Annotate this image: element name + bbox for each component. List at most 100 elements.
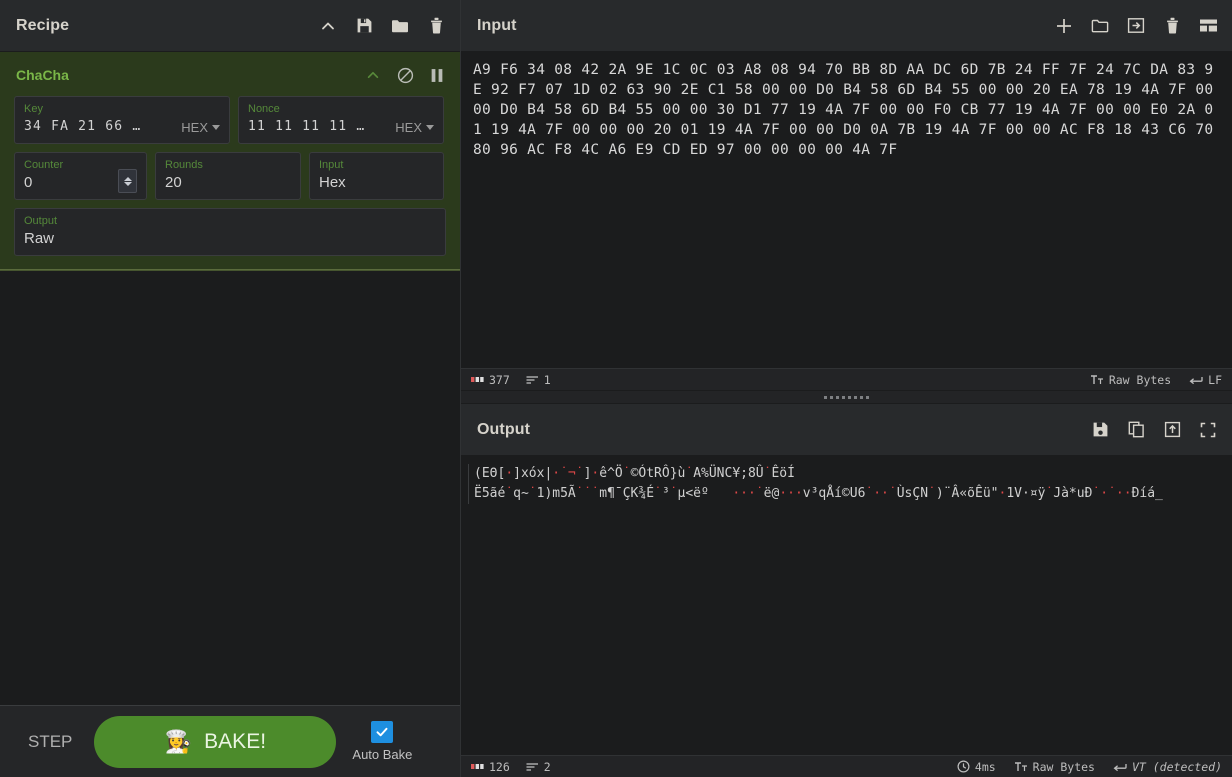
io-column: Input A9 F6 34 08 42 2A 9E 1C 0C 03 A8 0… xyxy=(461,0,1232,777)
clock-icon xyxy=(957,760,970,773)
step-button[interactable]: STEP xyxy=(16,726,84,758)
input-panel: Input A9 F6 34 08 42 2A 9E 1C 0C 03 A8 0… xyxy=(461,0,1232,390)
arg-nonce[interactable]: Nonce 11 11 11 11 … HEX xyxy=(238,96,444,144)
chevron-down-icon xyxy=(212,125,220,130)
arg-output-value[interactable]: Raw xyxy=(24,229,436,249)
input-status-bar: 377 1 Raw Bytes LF xyxy=(461,368,1232,390)
bake-button[interactable]: 👩‍🍳 BAKE! xyxy=(94,715,337,768)
arg-nonce-value[interactable]: 11 11 11 11 … xyxy=(248,117,387,137)
output-text-area[interactable]: (EΘ[·]xóx|·˙¬˙]·ê^Ö˙©ÓtRÔ}ù˙A%ÜNC¥;8Û˙Êö… xyxy=(461,456,1232,755)
arg-row-counter-rounds-input: Counter 0 Rounds 20 Input Hex xyxy=(14,152,446,200)
input-length-value: 377 xyxy=(489,372,510,387)
op-breakpoint-icon[interactable] xyxy=(428,66,446,84)
output-length-value: 126 xyxy=(489,759,510,774)
lines-icon xyxy=(526,375,539,385)
input-line-ending-value: LF xyxy=(1208,372,1222,387)
output-title: Output xyxy=(477,420,531,438)
clear-input-icon[interactable] xyxy=(1162,16,1182,36)
add-input-tab-icon[interactable] xyxy=(1054,16,1074,36)
arg-nonce-label: Nonce xyxy=(248,103,280,115)
characters-icon xyxy=(471,762,484,771)
characters-icon xyxy=(471,375,484,384)
output-duration: 4ms xyxy=(957,760,996,774)
input-text-area[interactable]: A9 F6 34 08 42 2A 9E 1C 0C 03 A8 08 94 7… xyxy=(461,52,1232,368)
arg-counter-value[interactable]: 0 xyxy=(24,173,112,193)
operation-icons xyxy=(364,66,446,84)
op-disable-icon[interactable] xyxy=(396,66,414,84)
output-encoding[interactable]: Raw Bytes xyxy=(1014,760,1095,774)
output-line-ending-value: VT (detected) xyxy=(1131,759,1222,774)
line-ending-icon xyxy=(1113,762,1127,772)
recipe-title-icons xyxy=(318,16,446,36)
arg-key-format[interactable]: HEX xyxy=(173,120,220,137)
open-input-icon[interactable] xyxy=(1126,16,1146,36)
output-line-1: (EΘ[·]xóx|·˙¬˙]·ê^Ö˙©ÓtRÔ}ù˙A%ÜNC¥;8Û˙Êö… xyxy=(474,466,795,481)
recipe-column: Recipe ChaCha Key 34 FA 21 66 … HEX Nonc… xyxy=(0,0,461,777)
arg-rounds[interactable]: Rounds 20 xyxy=(155,152,301,200)
chevron-up-icon[interactable] xyxy=(123,176,132,181)
auto-bake-checkbox[interactable] xyxy=(371,721,394,743)
open-folder-icon[interactable] xyxy=(1090,16,1110,36)
output-content[interactable]: (EΘ[·]xóx|·˙¬˙]·ê^Ö˙©ÓtRÔ}ù˙A%ÜNC¥;8Û˙Êö… xyxy=(468,464,1222,504)
auto-bake-toggle[interactable]: Auto Bake xyxy=(346,721,418,762)
arg-output-label: Output xyxy=(24,215,58,227)
auto-bake-label: Auto Bake xyxy=(352,747,413,762)
save-recipe-icon[interactable] xyxy=(354,16,374,36)
output-lines-value: 2 xyxy=(543,759,551,774)
arg-key-value[interactable]: 34 FA 21 66 … xyxy=(24,117,173,137)
arg-row-key-nonce: Key 34 FA 21 66 … HEX Nonce 11 11 11 11 … xyxy=(14,96,446,144)
input-length: 377 xyxy=(471,373,510,387)
operation-title: ChaCha xyxy=(16,67,69,83)
arg-key[interactable]: Key 34 FA 21 66 … HEX xyxy=(14,96,230,144)
arg-rounds-value[interactable]: 20 xyxy=(165,173,291,193)
input-title-icons xyxy=(1054,16,1218,36)
input-title-bar: Input xyxy=(461,0,1232,52)
input-encoding-value: Raw Bytes xyxy=(1108,372,1172,387)
output-line-2: Ë5ãé˙q~˙1)m5Ã˙˙˙m¶¯ÇK¾É˙³˙µ<ëº ···˙ë@···… xyxy=(474,486,1163,501)
arg-rounds-label: Rounds xyxy=(165,159,203,171)
splitter-handle-icon xyxy=(824,395,869,399)
collapse-icon[interactable] xyxy=(318,16,338,36)
output-title-bar: Output xyxy=(461,404,1232,456)
arg-output-format[interactable]: Output Raw xyxy=(14,208,446,256)
output-title-icons xyxy=(1090,420,1218,440)
load-recipe-icon[interactable] xyxy=(390,16,410,36)
line-ending-icon xyxy=(1189,375,1203,385)
maximise-output-icon[interactable] xyxy=(1198,420,1218,440)
cyberchef-app: Recipe ChaCha Key 34 FA 21 66 … HEX Nonc… xyxy=(0,0,1232,777)
counter-stepper[interactable] xyxy=(118,169,137,193)
input-content[interactable]: A9 F6 34 08 42 2A 9E 1C 0C 03 A8 08 94 7… xyxy=(473,60,1222,160)
arg-key-label: Key xyxy=(24,103,43,115)
arg-row-output: Output Raw xyxy=(14,208,446,256)
chevron-down-icon[interactable] xyxy=(123,181,132,186)
lines-icon xyxy=(526,762,539,772)
input-tabs-icon[interactable] xyxy=(1198,16,1218,36)
arg-input-value[interactable]: Hex xyxy=(319,173,434,193)
output-duration-value: 4ms xyxy=(974,759,996,774)
op-collapse-icon[interactable] xyxy=(364,66,382,84)
output-line-ending[interactable]: VT (detected) xyxy=(1113,760,1222,774)
input-lines: 1 xyxy=(526,373,551,387)
chef-icon: 👩‍🍳 xyxy=(164,728,193,754)
replace-input-icon[interactable] xyxy=(1162,420,1182,440)
output-status-bar: 126 2 4ms Raw Bytes VT (detected) xyxy=(461,755,1232,777)
operation-header: ChaCha xyxy=(14,62,446,88)
save-output-icon[interactable] xyxy=(1090,420,1110,440)
arg-nonce-format[interactable]: HEX xyxy=(387,120,434,137)
input-title: Input xyxy=(477,16,517,34)
clear-recipe-icon[interactable] xyxy=(426,16,446,36)
operation-chacha[interactable]: ChaCha Key 34 FA 21 66 … HEX Nonce 11 11… xyxy=(0,52,460,271)
arg-input-format[interactable]: Input Hex xyxy=(309,152,444,200)
input-encoding[interactable]: Raw Bytes xyxy=(1090,373,1171,387)
chevron-down-icon xyxy=(426,125,434,130)
arg-nonce-format-label: HEX xyxy=(395,120,422,135)
copy-output-icon[interactable] xyxy=(1126,420,1146,440)
input-line-ending[interactable]: LF xyxy=(1189,373,1222,387)
recipe-title: Recipe xyxy=(16,16,70,34)
recipe-operations-list[interactable]: ChaCha Key 34 FA 21 66 … HEX Nonce 11 11… xyxy=(0,52,460,705)
io-splitter[interactable] xyxy=(461,390,1232,404)
arg-counter[interactable]: Counter 0 xyxy=(14,152,147,200)
font-icon xyxy=(1090,374,1104,385)
input-status-right: Raw Bytes LF xyxy=(1072,373,1222,387)
recipe-title-bar: Recipe xyxy=(0,0,460,52)
